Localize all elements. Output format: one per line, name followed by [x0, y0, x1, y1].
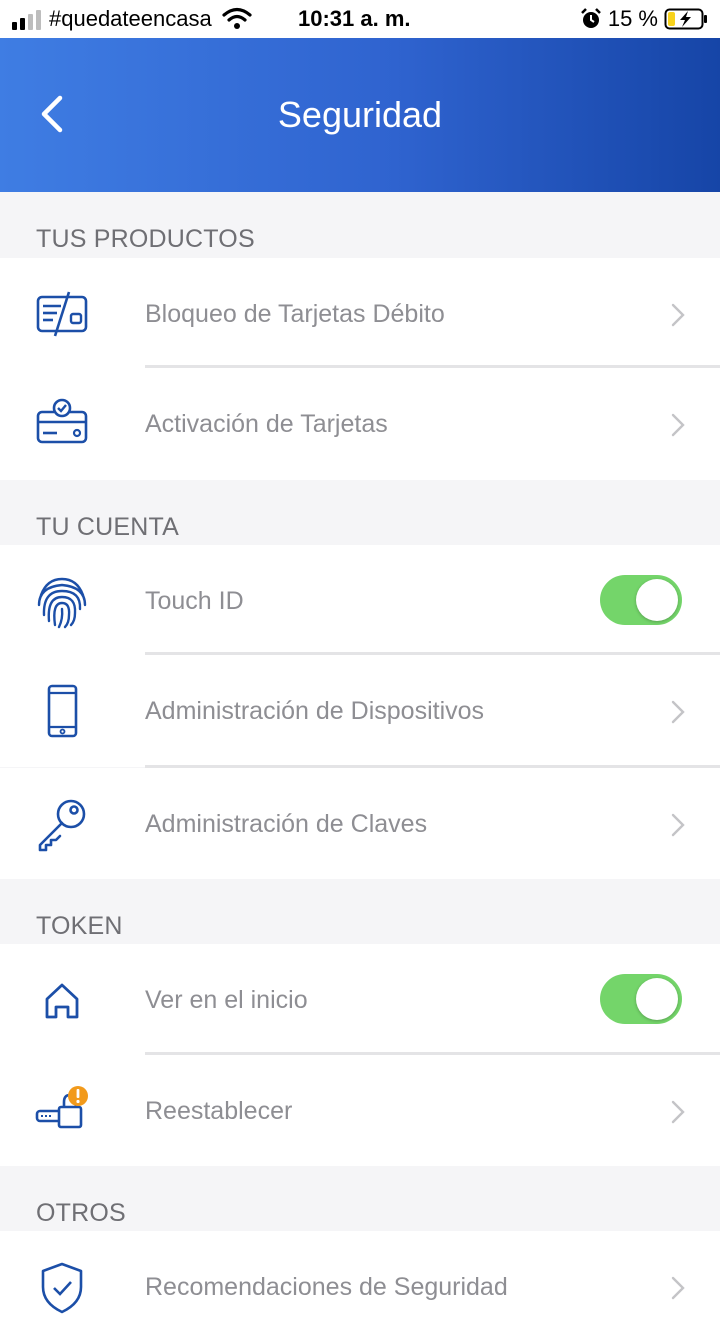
section-title: OTROS: [36, 1199, 126, 1227]
row-administracion-dispositivos[interactable]: Administración de Dispositivos: [0, 655, 720, 767]
row-label: Activación de Tarjetas: [145, 410, 388, 438]
row-label: Administración de Dispositivos: [145, 697, 485, 725]
row-label: Bloqueo de Tarjetas Débito: [145, 300, 445, 328]
chevron-right-icon: [671, 1100, 685, 1124]
phone-icon: [47, 684, 78, 738]
touch-id-toggle[interactable]: [600, 575, 682, 625]
chevron-right-icon: [671, 413, 685, 437]
token-reset-icon: [35, 1086, 88, 1129]
signal-icon: [12, 8, 41, 30]
battery-icon: [664, 8, 707, 30]
row-label: Touch ID: [145, 587, 244, 615]
toggle-knob: [636, 978, 678, 1020]
section-title: TOKEN: [36, 912, 123, 940]
row-activacion-tarjetas[interactable]: Activación de Tarjetas: [0, 368, 720, 480]
ver-inicio-toggle[interactable]: [600, 974, 682, 1024]
carrier-label: #quedateencasa: [49, 6, 212, 31]
section-header-tus-productos: TUS PRODUCTOS: [0, 192, 720, 258]
back-arrow-icon[interactable]: [32, 92, 76, 136]
section-header-tu-cuenta: TU CUENTA: [0, 480, 720, 546]
chevron-right-icon: [671, 813, 685, 837]
chevron-right-icon: [671, 700, 685, 724]
fingerprint-icon: [37, 577, 87, 629]
row-bloqueo-tarjetas[interactable]: Bloqueo de Tarjetas Débito: [0, 258, 720, 370]
toggle-knob: [636, 579, 678, 621]
status-bar: #quedateencasa 10:31 a. m. 15 %: [0, 0, 720, 38]
battery-percent: 15 %: [607, 6, 658, 31]
key-icon: [38, 799, 86, 852]
app-header: Seguridad: [0, 38, 720, 192]
row-label: Administración de Claves: [145, 810, 428, 838]
chevron-right-icon: [671, 303, 685, 327]
alarm-icon: [580, 8, 601, 28]
row-recomendaciones-seguridad[interactable]: Recomendaciones de Seguridad: [0, 1231, 720, 1343]
home-icon: [45, 983, 79, 1019]
section-header-otros: OTROS: [0, 1166, 720, 1232]
row-ver-en-el-inicio: Ver en el inicio: [0, 944, 720, 1056]
row-touch-id: Touch ID: [0, 545, 720, 657]
page-title: Seguridad: [277, 94, 443, 135]
row-label: Recomendaciones de Seguridad: [145, 1273, 508, 1301]
row-reestablecer[interactable]: Reestablecer: [0, 1055, 720, 1167]
section-title: TU CUENTA: [36, 513, 179, 541]
row-administracion-claves[interactable]: Administración de Claves: [0, 768, 720, 880]
status-time: 10:31 a. m.: [298, 6, 411, 31]
chevron-right-icon: [671, 1276, 685, 1300]
row-label: Reestablecer: [145, 1097, 293, 1125]
section-header-token: TOKEN: [0, 879, 720, 945]
card-activation-icon: [36, 398, 88, 444]
card-block-icon: [36, 291, 88, 337]
wifi-icon: [222, 7, 252, 29]
section-title: TUS PRODUCTOS: [36, 225, 255, 253]
shield-icon: [41, 1262, 83, 1314]
row-label: Ver en el inicio: [145, 986, 308, 1014]
